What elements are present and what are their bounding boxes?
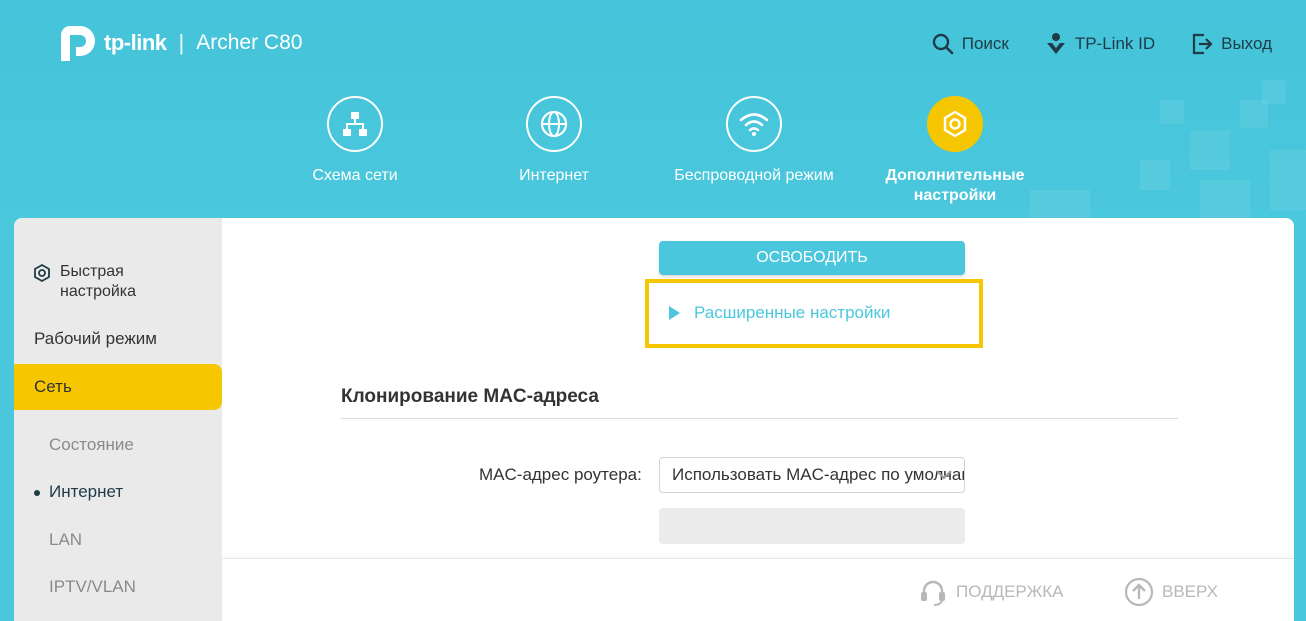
support-link[interactable]: ПОДДЕРЖКА — [918, 577, 1064, 607]
mac-address-select-value: Использовать MAC-адрес по умолчанию — [672, 465, 965, 484]
sidebar-item-quick-setup[interactable]: Быстрая настройка — [32, 262, 160, 302]
search-label: Поиск — [961, 34, 1009, 53]
advanced-settings-label: Расширенные настройки — [694, 303, 891, 322]
advanced-settings-link[interactable]: Расширенные настройки — [669, 303, 890, 323]
globe-icon — [526, 96, 582, 152]
sidebar: Быстрая настройка Рабочий режим Сеть Сос… — [14, 218, 222, 621]
chevron-down-icon — [936, 470, 952, 480]
sidebar-subitem-internet[interactable]: Интернет — [33, 482, 123, 502]
back-to-top-link[interactable]: ВВЕРХ — [1124, 577, 1218, 607]
nav-network-map[interactable]: Схема сети — [255, 96, 455, 186]
decor-square — [1240, 100, 1268, 128]
model-name: Archer C80 — [196, 31, 303, 54]
top-links: Поиск TP-Link ID Выход — [932, 32, 1272, 56]
section-divider — [341, 418, 1178, 419]
nav-internet[interactable]: Интернет — [454, 96, 654, 186]
sidebar-item-network[interactable]: Сеть — [14, 364, 222, 410]
headset-icon — [921, 580, 945, 606]
support-label: ПОДДЕРЖКА — [956, 582, 1064, 601]
tplink-id-link[interactable]: TP-Link ID — [1045, 32, 1155, 56]
main-panel: Быстрая настройка Рабочий режим Сеть Сос… — [14, 218, 1294, 621]
nav-label: Интернет — [519, 167, 589, 184]
footer-bar: ПОДДЕРЖКА ВВЕРХ — [222, 558, 1294, 621]
logout-link[interactable]: Выход — [1191, 32, 1272, 56]
tp-link-logo: tp-link | Archer C80 — [58, 22, 302, 64]
tp-link-logo-icon — [58, 22, 102, 64]
arrow-up-circle-icon — [1124, 577, 1154, 607]
sidebar-subitem-lan[interactable]: LAN — [49, 530, 82, 550]
section-title: Клонирование MAC-адреса — [341, 386, 599, 407]
sidebar-item-operation-mode[interactable]: Рабочий режим — [14, 316, 222, 362]
logout-icon — [1193, 33, 1213, 55]
decor-square — [1270, 150, 1306, 210]
tplink-id-label: TP-Link ID — [1074, 34, 1156, 53]
nav-wireless[interactable]: Беспроводной режим — [654, 96, 854, 186]
decor-square — [1200, 180, 1250, 220]
sidebar-item-label: Сеть — [34, 377, 72, 396]
decor-square — [1160, 100, 1184, 124]
brand-name: tp-link — [104, 30, 167, 55]
wifi-icon — [726, 96, 782, 152]
nav-label: Беспроводной режим — [674, 167, 834, 184]
search-icon — [932, 33, 954, 55]
sidebar-subitem-iptv[interactable]: IPTV/VLAN — [49, 577, 136, 597]
mac-address-select[interactable]: Использовать MAC-адрес по умолчанию — [659, 457, 965, 493]
nav-label: Дополнительные настройки — [885, 167, 1025, 204]
search-link[interactable]: Поиск — [932, 32, 1009, 56]
network-map-icon — [327, 96, 383, 152]
logo-separator: | — [178, 30, 185, 55]
sidebar-item-label: Быстрая настройка — [60, 263, 137, 300]
decor-square — [1140, 160, 1170, 190]
nav-label: Схема сети — [312, 167, 398, 184]
expand-triangle-icon — [669, 306, 680, 320]
decor-square — [1262, 80, 1286, 104]
tplink-id-icon — [1046, 33, 1065, 54]
release-button[interactable]: ОСВОБОДИТЬ — [659, 241, 965, 275]
sidebar-item-label: Рабочий режим — [34, 329, 157, 348]
decor-square — [1190, 130, 1230, 170]
sidebar-subitem-status[interactable]: Состояние — [49, 435, 134, 455]
nav-advanced[interactable]: Дополнительные настройки — [855, 96, 1055, 206]
back-to-top-label: ВВЕРХ — [1162, 582, 1218, 601]
advanced-settings-highlight: Расширенные настройки — [645, 279, 983, 348]
gear-icon — [927, 96, 983, 152]
logout-label: Выход — [1221, 34, 1272, 53]
mac-address-label: MAC-адрес роутера: — [479, 465, 642, 484]
mac-address-input[interactable] — [659, 508, 965, 544]
gear-icon — [34, 263, 50, 283]
header: tp-link | Archer C80 Поиск TP-Link ID Вы… — [0, 0, 1306, 240]
